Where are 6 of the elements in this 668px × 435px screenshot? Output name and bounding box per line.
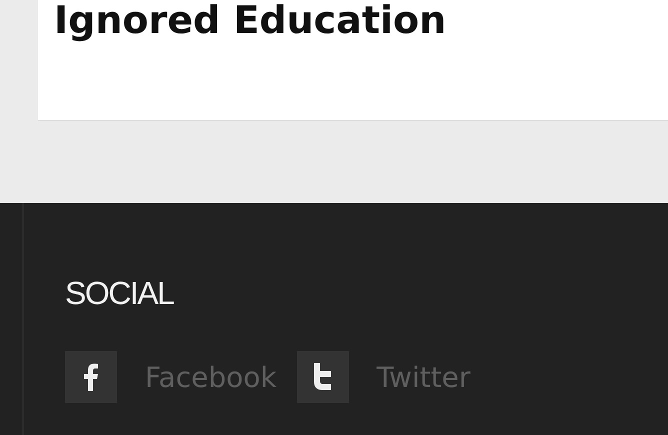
- twitter-icon: [296, 351, 349, 403]
- facebook-icon: [65, 351, 117, 403]
- social-link[interactable]: Twitter: [296, 351, 470, 403]
- footer-heading: SOCIAL: [65, 275, 175, 311]
- article-title: Ignored Education: [53, 0, 448, 40]
- social-link[interactable]: Facebook: [65, 351, 277, 403]
